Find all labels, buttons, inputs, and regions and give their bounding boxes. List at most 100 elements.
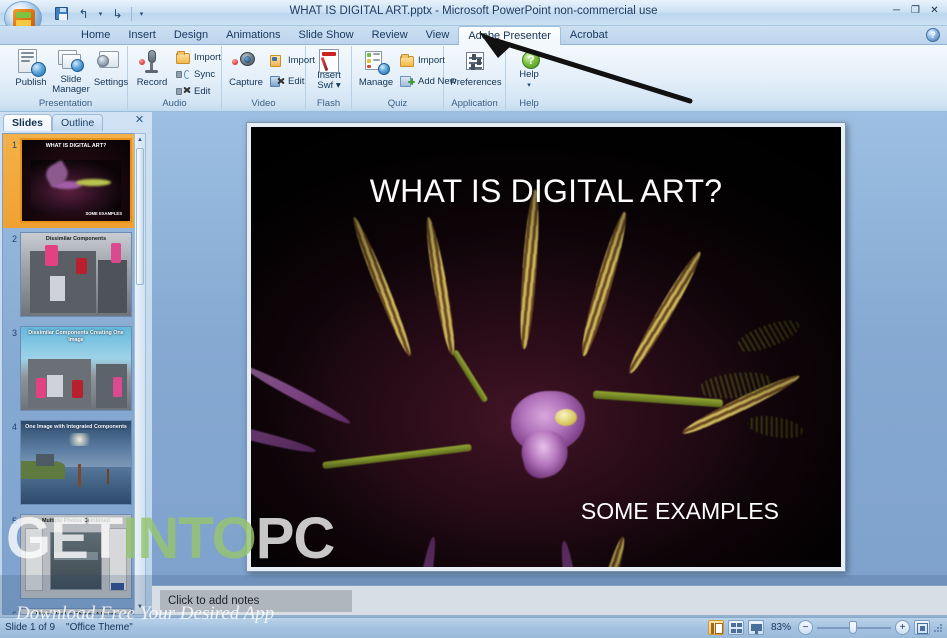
sync-icon (176, 68, 191, 82)
tab-view[interactable]: View (417, 26, 459, 45)
import-video-icon (270, 54, 285, 68)
zoom-in-button[interactable]: + (895, 620, 910, 635)
resize-grip[interactable] (934, 622, 943, 633)
import-folder-icon (176, 50, 191, 65)
zoom-out-button[interactable]: − (798, 620, 813, 635)
manage-quiz-button[interactable]: Manage (353, 48, 399, 95)
thumbnail-1[interactable]: WHAT IS DIGITAL ART? SOME EXAMPLES (20, 138, 132, 223)
record-audio-button[interactable]: Record (129, 48, 175, 95)
list-item[interactable]: 6 Filters Used to Change A Image (3, 604, 139, 615)
list-item[interactable]: 2 Dissimilar Components (3, 228, 139, 322)
slides-panel-scrollbar[interactable]: ▲ ▼ (134, 133, 146, 615)
help-icon[interactable]: ? (926, 28, 940, 42)
thumbnail-title: Filters Used to Change A Image (35, 612, 117, 615)
insert-swf-button[interactable]: Insert Swf ▾ (306, 48, 352, 95)
ribbon-group-presentation: Publish Slide Manager Settings Presentat… (4, 46, 128, 110)
theme-name: "Office Theme" (66, 622, 133, 633)
preferences-label: Preferences (450, 77, 502, 88)
slides-outline-tabs: Slides Outline (3, 114, 104, 131)
slide-thumbnail-list[interactable]: 1 WHAT IS DIGITAL ART? SOME EXAMPLES 2 D… (2, 133, 140, 615)
panel-tab-outline[interactable]: Outline (51, 114, 104, 131)
status-right: 83% − + (707, 620, 943, 635)
list-item[interactable]: 5 Multiple Photos Combined (3, 510, 139, 604)
edit-video-label: Edit (288, 76, 305, 87)
slide-canvas[interactable]: WHAT IS DIGITAL ART? SOME EXAMPLES (251, 127, 841, 567)
capture-label: Capture (229, 77, 263, 88)
thumbnail-2[interactable]: Dissimilar Components (20, 232, 132, 317)
thumbnail-title: WHAT IS DIGITAL ART? (45, 143, 107, 149)
thumbnail-4[interactable]: One Image with Integrated Components (20, 420, 132, 505)
thumbnail-title: Dissimilar Components Creating One Image (28, 330, 124, 343)
view-sorter-button[interactable] (727, 620, 744, 635)
thumbnail-slide-content: Multiple Photos Combined (21, 515, 131, 598)
status-left: Slide 1 of 9 "Office Theme" (5, 622, 133, 633)
fit-to-window-button[interactable] (914, 620, 930, 635)
tab-home[interactable]: Home (72, 26, 119, 45)
notes-placeholder-box[interactable]: Click to add notes (160, 590, 352, 612)
scroll-down-icon[interactable]: ▼ (136, 602, 144, 613)
tab-adobe-presenter[interactable]: Adobe Presenter (458, 26, 561, 45)
group-label-help: Help (519, 98, 539, 109)
edit-video-button[interactable]: Edit (268, 74, 306, 89)
thumbnail-5[interactable]: Multiple Photos Combined (20, 514, 132, 599)
ribbon: Publish Slide Manager Settings Presentat… (0, 45, 947, 112)
edit-audio-button[interactable]: Edit (174, 84, 212, 99)
list-item[interactable]: 3 Dissimilar Components Creating One Ima… (3, 322, 139, 416)
close-button[interactable]: ✕ (926, 3, 943, 18)
help-dropdown-arrow[interactable]: ▾ (527, 82, 531, 89)
ribbon-tabs: Home Insert Design Animations Slide Show Revi… (72, 26, 617, 45)
close-panel-icon[interactable]: ✕ (133, 114, 146, 128)
edit-audio-icon (176, 85, 191, 99)
thumbnail-title: Multiple Photos Combined (42, 518, 110, 524)
list-item[interactable]: 1 WHAT IS DIGITAL ART? SOME EXAMPLES (3, 134, 139, 228)
manage-quiz-label: Manage (358, 77, 394, 88)
microphone-icon (137, 48, 167, 77)
view-normal-button[interactable] (707, 620, 724, 635)
thumbnail-number: 2 (11, 234, 17, 244)
scrollbar-thumb[interactable] (136, 148, 144, 285)
tab-acrobat[interactable]: Acrobat (561, 26, 617, 45)
ribbon-group-application: Preferences Application (444, 46, 506, 110)
notes-pane[interactable]: Click to add notes (152, 585, 947, 615)
thumbnail-6[interactable]: Filters Used to Change A Image (20, 608, 132, 615)
tab-review[interactable]: Review (363, 26, 417, 45)
zoom-slider[interactable] (817, 620, 891, 635)
thumbnail-number: 3 (11, 328, 17, 338)
title-bar: ↰ ▾ ↳ ▾ WHAT IS DIGITAL ART.pptx - Micro… (0, 0, 947, 35)
slides-panel: Slides Outline ✕ 1 WHAT IS DIGITAL ART? S… (0, 112, 152, 617)
thumbnail-3[interactable]: Dissimilar Components Creating One Image (20, 326, 132, 411)
tab-design[interactable]: Design (165, 26, 217, 45)
tab-insert[interactable]: Insert (119, 26, 165, 45)
edit-video-icon (270, 75, 285, 89)
ribbon-tab-strip: Home Insert Design Animations Slide Show Revi… (0, 26, 947, 45)
zoom-slider-handle[interactable] (849, 621, 857, 634)
fit-window-icon (917, 623, 928, 634)
tab-slide-show[interactable]: Slide Show (290, 26, 363, 45)
slide-title[interactable]: WHAT IS DIGITAL ART? (251, 173, 841, 210)
thumbnail-number: 1 (11, 140, 17, 150)
capture-video-button[interactable]: Capture (223, 48, 269, 95)
ribbon-group-flash: Insert Swf ▾ Flash (306, 46, 352, 110)
minimize-button[interactable]: ─ (888, 3, 905, 18)
tab-animations[interactable]: Animations (217, 26, 289, 45)
sync-audio-label: Sync (194, 69, 216, 80)
zoom-percent[interactable]: 83% (771, 622, 791, 633)
presenter-help-button[interactable]: ? Help ▾ (506, 48, 552, 95)
maximize-button[interactable]: ❐ (907, 3, 924, 18)
sync-audio-button[interactable]: Sync (174, 67, 217, 82)
slide-sorter-icon (730, 623, 742, 633)
panel-tab-slides[interactable]: Slides (3, 114, 52, 131)
thumbnail-slide-content: One Image with Integrated Components (21, 421, 131, 504)
preferences-button[interactable]: Preferences (448, 48, 504, 95)
list-item[interactable]: 4 One Image with Integrated Components (3, 416, 139, 510)
slide-canvas-frame[interactable]: WHAT IS DIGITAL ART? SOME EXAMPLES (246, 122, 846, 572)
group-label-flash: Flash (316, 98, 341, 109)
slide-subtitle[interactable]: SOME EXAMPLES (581, 498, 779, 525)
preferences-icon (461, 48, 491, 77)
import-quiz-button[interactable]: Import (398, 53, 447, 68)
view-slideshow-button[interactable] (747, 620, 764, 635)
insert-swf-icon (314, 48, 344, 73)
import-audio-button[interactable]: Import (174, 50, 223, 65)
orchid-column (554, 408, 577, 426)
scroll-up-icon[interactable]: ▲ (136, 135, 144, 146)
